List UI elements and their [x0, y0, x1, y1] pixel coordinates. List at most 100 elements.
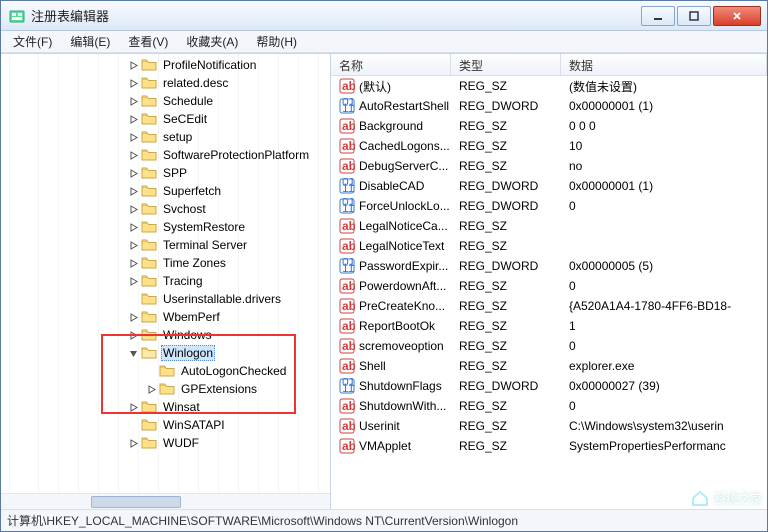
expander-icon[interactable]: [127, 419, 139, 431]
expander-icon[interactable]: [127, 293, 139, 305]
value-row[interactable]: abPowerdownAft...REG_SZ0: [331, 276, 767, 296]
expander-icon[interactable]: [127, 311, 139, 323]
tree-item[interactable]: Tracing: [1, 272, 330, 290]
tree-item[interactable]: related.desc: [1, 74, 330, 92]
tree-item[interactable]: SeCEdit: [1, 110, 330, 128]
tree-item[interactable]: WUDF: [1, 434, 330, 452]
expander-icon[interactable]: [127, 131, 139, 143]
value-row[interactable]: abShutdownWith...REG_SZ0: [331, 396, 767, 416]
svg-text:ab: ab: [342, 339, 355, 353]
expander-icon[interactable]: [127, 329, 139, 341]
tree-scroll[interactable]: ProfileNotificationrelated.descScheduleS…: [1, 54, 330, 509]
tree-item[interactable]: AutoLogonChecked: [1, 362, 330, 380]
expander-icon[interactable]: [127, 59, 139, 71]
tree-item[interactable]: WbemPerf: [1, 308, 330, 326]
tree-item[interactable]: Time Zones: [1, 254, 330, 272]
value-row[interactable]: ab(默认)REG_SZ(数值未设置): [331, 76, 767, 96]
value-row[interactable]: abCachedLogons...REG_SZ10: [331, 136, 767, 156]
col-type[interactable]: 类型: [451, 54, 561, 75]
col-name[interactable]: 名称: [331, 54, 451, 75]
expander-icon[interactable]: [127, 149, 139, 161]
col-data[interactable]: 数据: [561, 54, 767, 75]
expander-icon[interactable]: [127, 95, 139, 107]
value-row[interactable]: abLegalNoticeCa...REG_SZ: [331, 216, 767, 236]
menu-help[interactable]: 帮助(H): [248, 31, 305, 52]
value-row[interactable]: abShellREG_SZexplorer.exe: [331, 356, 767, 376]
tree-item[interactable]: Winsat: [1, 398, 330, 416]
value-row[interactable]: abscremoveoptionREG_SZ0: [331, 336, 767, 356]
value-type: REG_SZ: [451, 419, 561, 433]
tree-item[interactable]: SPP: [1, 164, 330, 182]
expander-icon[interactable]: [127, 113, 139, 125]
tree-item[interactable]: setup: [1, 128, 330, 146]
tree-item[interactable]: Svchost: [1, 200, 330, 218]
expander-icon[interactable]: [127, 167, 139, 179]
expander-icon[interactable]: [127, 347, 139, 359]
value-row[interactable]: 011110ForceUnlockLo...REG_DWORD0: [331, 196, 767, 216]
menu-favorites[interactable]: 收藏夹(A): [178, 31, 246, 52]
string-value-icon: ab: [339, 418, 355, 434]
expander-icon[interactable]: [127, 437, 139, 449]
tree-item[interactable]: Winlogon: [1, 344, 330, 362]
value-type: REG_DWORD: [451, 199, 561, 213]
value-type: REG_SZ: [451, 119, 561, 133]
expander-icon[interactable]: [127, 185, 139, 197]
svg-text:ab: ab: [342, 359, 355, 373]
folder-icon: [141, 400, 157, 414]
menu-edit[interactable]: 编辑(E): [62, 31, 118, 52]
expander-icon[interactable]: [127, 239, 139, 251]
close-button[interactable]: [713, 6, 761, 26]
svg-text:ab: ab: [342, 119, 355, 133]
expander-icon[interactable]: [127, 257, 139, 269]
list-body[interactable]: ab(默认)REG_SZ(数值未设置)011110AutoRestartShel…: [331, 76, 767, 509]
tree-item[interactable]: Schedule: [1, 92, 330, 110]
tree-label: Userinstallable.drivers: [161, 292, 283, 306]
svg-text:ab: ab: [342, 399, 355, 413]
tree-item[interactable]: SoftwareProtectionPlatform: [1, 146, 330, 164]
tree-item[interactable]: Userinstallable.drivers: [1, 290, 330, 308]
menu-file[interactable]: 文件(F): [5, 31, 60, 52]
folder-icon: [141, 274, 157, 288]
tree-item[interactable]: SystemRestore: [1, 218, 330, 236]
expander-icon[interactable]: [127, 221, 139, 233]
tree-item[interactable]: Terminal Server: [1, 236, 330, 254]
titlebar[interactable]: 注册表编辑器: [1, 1, 767, 31]
value-row[interactable]: 011110PasswordExpir...REG_DWORD0x0000000…: [331, 256, 767, 276]
value-row[interactable]: 011110AutoRestartShellREG_DWORD0x0000000…: [331, 96, 767, 116]
value-row[interactable]: 011110DisableCADREG_DWORD0x00000001 (1): [331, 176, 767, 196]
value-name: PasswordExpir...: [359, 259, 448, 273]
value-row[interactable]: 011110ShutdownFlagsREG_DWORD0x00000027 (…: [331, 376, 767, 396]
menu-view[interactable]: 查看(V): [120, 31, 176, 52]
folder-icon: [141, 148, 157, 162]
value-data: explorer.exe: [561, 359, 767, 373]
tree-item[interactable]: ProfileNotification: [1, 56, 330, 74]
tree-hscrollbar[interactable]: [1, 493, 330, 509]
value-row[interactable]: abLegalNoticeTextREG_SZ: [331, 236, 767, 256]
expander-icon[interactable]: [127, 203, 139, 215]
maximize-button[interactable]: [677, 6, 711, 26]
value-row[interactable]: abBackgroundREG_SZ0 0 0: [331, 116, 767, 136]
expander-icon[interactable]: [145, 365, 157, 377]
scrollbar-thumb[interactable]: [91, 496, 181, 508]
folder-icon: [141, 166, 157, 180]
value-row[interactable]: abUserinitREG_SZC:\Windows\system32\user…: [331, 416, 767, 436]
value-row[interactable]: abPreCreateKno...REG_SZ{A520A1A4-1780-4F…: [331, 296, 767, 316]
folder-icon: [141, 130, 157, 144]
expander-icon[interactable]: [127, 401, 139, 413]
value-row[interactable]: abReportBootOkREG_SZ1: [331, 316, 767, 336]
app-icon: [9, 8, 25, 24]
minimize-button[interactable]: [641, 6, 675, 26]
value-row[interactable]: abVMAppletREG_SZSystemPropertiesPerforma…: [331, 436, 767, 456]
tree-item[interactable]: WinSATAPI: [1, 416, 330, 434]
tree-label: WinSATAPI: [161, 418, 227, 432]
tree-item[interactable]: GPExtensions: [1, 380, 330, 398]
expander-icon[interactable]: [127, 275, 139, 287]
expander-icon[interactable]: [145, 383, 157, 395]
value-data: 0x00000027 (39): [561, 379, 767, 393]
value-type: REG_SZ: [451, 319, 561, 333]
tree-item[interactable]: Windows: [1, 326, 330, 344]
value-type: REG_SZ: [451, 79, 561, 93]
expander-icon[interactable]: [127, 77, 139, 89]
tree-item[interactable]: Superfetch: [1, 182, 330, 200]
value-row[interactable]: abDebugServerC...REG_SZno: [331, 156, 767, 176]
